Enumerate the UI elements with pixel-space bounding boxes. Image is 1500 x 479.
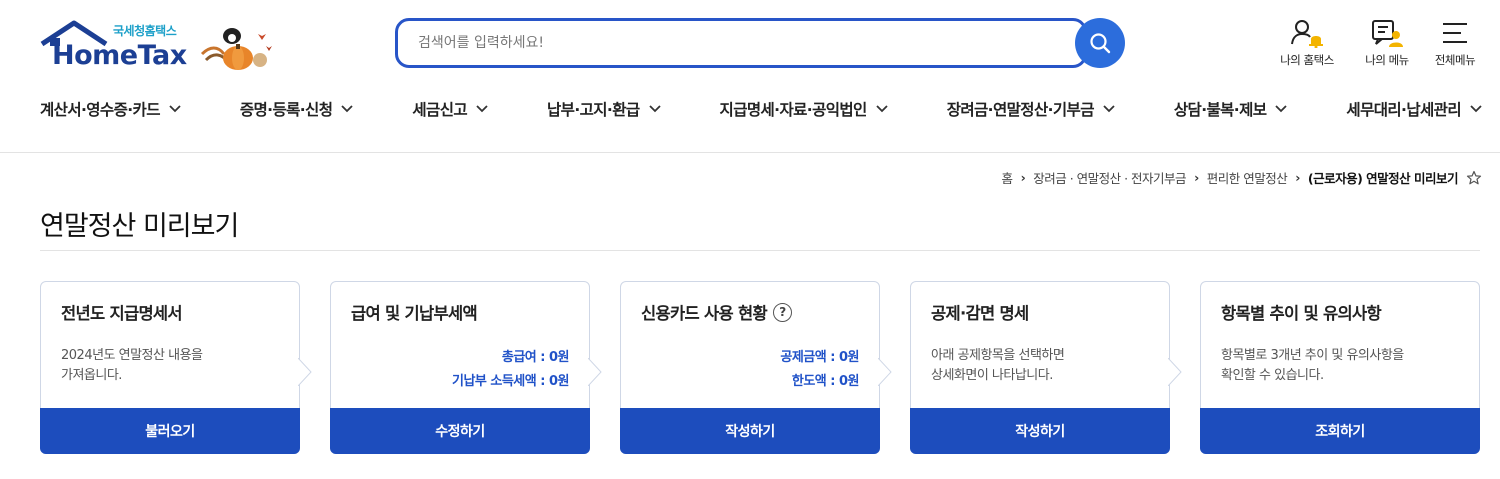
- nav-label: 납부·고지·환급: [547, 101, 640, 119]
- chevron-right-icon: ›: [1194, 170, 1199, 185]
- my-hometax-button[interactable]: 나의 홈택스: [1272, 18, 1342, 68]
- card-description: 2024년도 연말정산 내용을 가져옵니다.: [61, 346, 203, 386]
- full-menu-button[interactable]: 전체메뉴: [1420, 18, 1490, 68]
- nav-item-payment-statements[interactable]: 지급명세·자료·공익법인: [720, 98, 888, 120]
- page-title: 연말정산 미리보기: [40, 211, 239, 242]
- my-hometax-label: 나의 홈택스: [1280, 53, 1334, 67]
- chevron-down-icon: [476, 105, 488, 113]
- card-title: 급여 및 기납부세액: [351, 304, 478, 323]
- site-header: 국세청홈택스 HomeTax 검색어를 입력하세요! 나의 홈택스 나의 메뉴 …: [0, 0, 1500, 153]
- card-title: 신용카드 사용 현황: [641, 304, 768, 323]
- breadcrumb-current: (근로자용) 연말정산 미리보기: [1307, 171, 1459, 186]
- write-button[interactable]: 작성하기: [910, 408, 1170, 454]
- chevron-down-icon: [1470, 105, 1482, 113]
- nav-item-consultation[interactable]: 상담·불복·제보: [1174, 98, 1288, 120]
- chevron-right-icon: ›: [1020, 170, 1026, 185]
- card-prior-year-statement: 전년도 지급명세서 2024년도 연말정산 내용을 가져옵니다. 불러오기: [40, 281, 312, 454]
- search-input[interactable]: [398, 21, 1084, 65]
- chevron-down-icon: [648, 105, 661, 113]
- search-box: [395, 18, 1087, 68]
- nav-label: 지급명세·자료·공익법인: [719, 101, 868, 119]
- write-button[interactable]: 작성하기: [620, 408, 880, 454]
- chevron-down-icon: [169, 105, 181, 113]
- help-icon[interactable]: ?: [772, 302, 792, 322]
- card-trends-notes: 항목별 추이 및 유의사항 항목별로 3개년 추이 및 유의사항을 확인할 수 …: [1200, 281, 1480, 454]
- load-button[interactable]: 불러오기: [40, 408, 300, 454]
- my-menu-icon: [1372, 20, 1403, 47]
- step-arrow-icon: [298, 358, 312, 386]
- card-description: 아래 공제항목을 선택하면 상세화면이 나타납니다.: [931, 346, 1065, 386]
- card-desc-line: 항목별로 3개년 추이 및 유의사항을: [1221, 348, 1404, 363]
- card-credit-card-usage: 신용카드 사용 현황 ? 공제금액 : 0원 한도액 : 0원 작성하기: [620, 281, 892, 454]
- logo-subtitle: 국세청홈택스: [113, 24, 177, 38]
- chevron-down-icon: [876, 105, 888, 113]
- card-values: 총급여 : 0원 기납부 소득세액 : 0원: [451, 346, 570, 394]
- hamburger-menu-icon: [1443, 23, 1467, 43]
- card-deduction-details: 공제·감면 명세 아래 공제항목을 선택하면 상세화면이 나타납니다. 작성하기: [910, 281, 1182, 454]
- card-description: 항목별로 3개년 추이 및 유의사항을 확인할 수 있습니다.: [1221, 346, 1404, 386]
- search-button[interactable]: [1075, 18, 1125, 68]
- prepaid-tax-value: 기납부 소득세액 : 0원: [451, 374, 570, 389]
- full-menu-label: 전체메뉴: [1434, 53, 1476, 67]
- card-title-wrap: 신용카드 사용 현황 ?: [641, 300, 792, 324]
- divider: [40, 250, 1480, 251]
- nav-item-year-end-settlement[interactable]: 장려금·연말정산·기부금: [947, 98, 1115, 120]
- edit-button[interactable]: 수정하기: [330, 408, 590, 454]
- favorite-star-icon[interactable]: [1466, 170, 1482, 186]
- card-desc-line: 확인할 수 있습니다.: [1221, 368, 1324, 383]
- breadcrumb-item[interactable]: 편리한 연말정산: [1207, 168, 1288, 187]
- main-nav: 계산서·영수증·카드 증명·등록·신청 세금신고 납부·고지·환급 지급명세·자…: [40, 98, 1482, 120]
- step-arrow-icon: [878, 358, 892, 386]
- total-salary-value: 총급여 : 0원: [501, 350, 570, 365]
- card-desc-line: 아래 공제항목을 선택하면: [931, 348, 1065, 363]
- nav-label: 세금신고: [412, 101, 468, 119]
- card-desc-line: 상세화면이 나타납니다.: [931, 368, 1053, 383]
- card-title: 공제·감면 명세: [931, 304, 1029, 323]
- step-arrow-icon: [588, 358, 602, 386]
- card-salary-tax: 급여 및 기납부세액 총급여 : 0원 기납부 소득세액 : 0원 수정하기: [330, 281, 602, 454]
- autumn-pumpkin-icon: [200, 28, 272, 70]
- chevron-down-icon: [1103, 105, 1115, 113]
- deduction-amount-value: 공제금액 : 0원: [780, 350, 859, 365]
- user-bell-icon: [1291, 20, 1323, 48]
- nav-label: 세무대리·납세관리: [1346, 101, 1461, 119]
- breadcrumb-item[interactable]: 장려금 · 연말정산 · 전자기부금: [1033, 168, 1186, 187]
- my-menu-label: 나의 메뉴: [1365, 53, 1409, 67]
- breadcrumb: 홈 › 장려금 · 연말정산 · 전자기부금 › 편리한 연말정산 › (근로자…: [1002, 168, 1482, 187]
- chevron-down-icon: [341, 105, 354, 113]
- nav-label: 장려금·연말정산·기부금: [946, 101, 1095, 119]
- card-desc-line: 2024년도 연말정산 내용을: [61, 348, 203, 363]
- hometax-logo[interactable]: 국세청홈택스 HomeTax: [40, 20, 280, 72]
- my-menu-button[interactable]: 나의 메뉴: [1352, 18, 1422, 68]
- card-title: 전년도 지급명세서: [61, 304, 183, 323]
- view-button[interactable]: 조회하기: [1200, 408, 1480, 454]
- nav-item-tax-agent[interactable]: 세무대리·납세관리: [1346, 98, 1482, 120]
- step-arrow-icon: [1168, 358, 1182, 386]
- limit-amount-value: 한도액 : 0원: [791, 374, 860, 389]
- card-values: 공제금액 : 0원 한도액 : 0원: [780, 346, 859, 394]
- chevron-right-icon: ›: [1295, 170, 1300, 185]
- nav-label: 상담·불복·제보: [1173, 101, 1267, 119]
- card-title: 항목별 추이 및 유의사항: [1221, 304, 1382, 323]
- nav-label: 증명·등록·신청: [239, 101, 333, 119]
- search-icon: [1090, 33, 1111, 54]
- nav-item-invoices[interactable]: 계산서·영수증·카드: [40, 98, 181, 120]
- logo-title: HomeTax: [52, 40, 187, 71]
- breadcrumb-home[interactable]: 홈: [1002, 168, 1014, 187]
- chevron-down-icon: [1275, 105, 1288, 113]
- nav-item-tax-return[interactable]: 세금신고: [412, 98, 488, 120]
- card-desc-line: 가져옵니다.: [61, 368, 122, 383]
- nav-item-certificates[interactable]: 증명·등록·신청: [240, 98, 354, 120]
- nav-label: 계산서·영수증·카드: [40, 101, 160, 119]
- nav-item-payment[interactable]: 납부·고지·환급: [547, 98, 661, 120]
